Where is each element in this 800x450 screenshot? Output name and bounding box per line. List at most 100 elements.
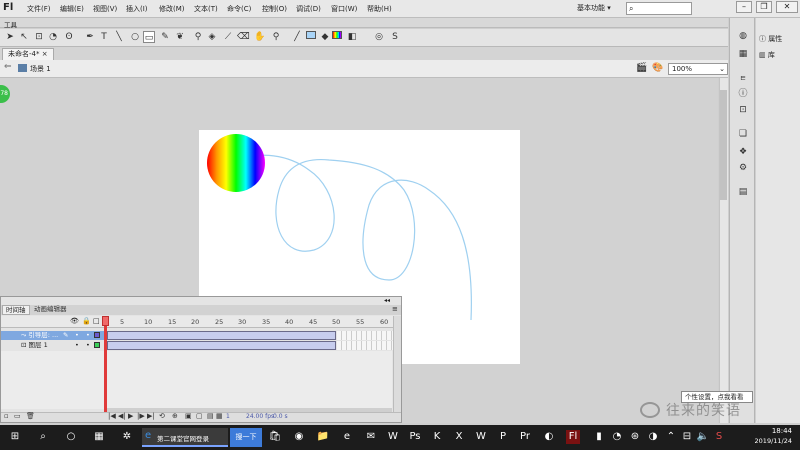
fill-color-icon[interactable]: ◆ [319,31,331,43]
empty-frames[interactable] [337,341,393,350]
color-panel-icon[interactable]: ◍ [737,30,749,42]
menu-insert[interactable]: 插入(I) [126,4,148,14]
zoom-select[interactable]: 100% ⌄ [668,63,728,75]
edit-scene-icon[interactable]: 🎬 [636,63,647,73]
layer-frames[interactable] [107,331,336,340]
menu-view[interactable]: 视图(V) [93,4,117,14]
antivirus-icon[interactable]: S [712,430,726,444]
onion-markers-icon[interactable]: ▦ [216,412,223,420]
close-tab-icon[interactable]: × [42,50,48,58]
rectangle-tool-icon[interactable]: ▭ [143,31,155,43]
edit-symbol-icon[interactable]: 🎨 [652,63,663,73]
properties-tab[interactable]: ⓘ 属性 [759,34,782,44]
document-tab[interactable]: 未命名-4* × [2,48,54,60]
stroke-color-icon[interactable]: ╱ [291,31,303,43]
menu-debug[interactable]: 调试(D) [296,4,321,14]
menu-help[interactable]: 帮助(H) [367,4,392,14]
premiere-icon[interactable]: Pr [518,430,532,444]
panel-menu-icon[interactable]: ≡ [392,305,398,313]
pinwheel-icon[interactable]: ✲ [120,430,134,444]
eyedropper-icon[interactable]: ⟋ [222,31,234,43]
layer-name[interactable]: ⤳ 引导层: ... ✎ • • [1,331,104,340]
eraser-tool-icon[interactable]: ⌫ [237,31,250,43]
playhead-handle[interactable] [102,316,109,326]
motion-presets-icon[interactable]: ⚙ [737,162,749,174]
layer-outline-swatch[interactable] [94,332,100,338]
smooth-icon[interactable]: S [389,31,401,43]
windows-start-icon[interactable]: ⊞ [8,430,22,444]
timeline-tab[interactable]: 时间轴 [2,305,30,315]
empty-frames[interactable] [337,331,393,340]
tray-icon[interactable]: ◑ [646,430,660,444]
network-icon[interactable]: ⊟ [680,430,694,444]
3d-rotation-tool-icon[interactable]: ◔ [47,31,59,43]
onion-outline-icon[interactable]: ▢ [196,412,203,420]
clock-time[interactable]: 18:44 [752,427,792,435]
tray-icon[interactable]: ◔ [610,430,624,444]
back-arrow-icon[interactable]: ⇐ [4,62,12,72]
line-tool-icon[interactable]: ╲ [113,31,125,43]
new-folder-icon[interactable]: ▭ [14,412,21,420]
store-icon[interactable]: 🛍 [268,430,282,444]
library-tab[interactable]: ▥ 库 [759,50,775,60]
playhead[interactable] [104,316,107,412]
menu-control[interactable]: 控制(O) [262,4,287,14]
timeline-vscroll[interactable] [393,316,401,412]
show-hide-icon[interactable]: 👁 [70,317,79,325]
layer-name[interactable]: ⊡ 图层 1 • • [1,341,104,350]
powerpoint-icon[interactable]: P [496,430,510,444]
swatches-panel-icon[interactable]: ▦ [737,48,749,60]
clock-date[interactable]: 2019/11/24 [735,437,792,445]
subselection-tool-icon[interactable]: ↖ [18,31,30,43]
lock-dot[interactable]: • [86,341,90,350]
workspace-scroll-thumb[interactable] [720,90,727,200]
flash-icon[interactable]: Fl [566,430,580,444]
search-input[interactable]: ⌕ [626,2,692,15]
text-tool-icon[interactable]: T [98,31,110,43]
close-button[interactable]: ✕ [776,1,798,13]
first-frame-icon[interactable]: |◀ [108,412,116,420]
layer-frames[interactable] [107,341,336,350]
oval-tool-icon[interactable]: ○ [129,31,141,43]
file-explorer-icon[interactable]: 📁 [316,430,330,444]
paint-bucket-icon[interactable]: ◈ [206,31,218,43]
loop-icon[interactable]: ⟲ [159,412,165,420]
taskbar-search-button[interactable]: 搜一下 [230,428,262,447]
layer-row[interactable]: ⊡ 图层 1 • • [1,341,401,350]
onion-skin-icon[interactable]: ▣ [185,412,192,420]
scene-label[interactable]: 场景 1 [30,64,51,74]
prev-frame-icon[interactable]: ◀| [118,412,126,420]
pencil-tool-icon[interactable]: ✎ [159,31,171,43]
delete-layer-icon[interactable]: 🗑 [26,412,35,420]
menu-commands[interactable]: 命令(C) [227,4,251,14]
selection-tool-icon[interactable]: ➤ [4,31,16,43]
tray-icon[interactable]: ▮ [592,430,606,444]
menu-window[interactable]: 窗口(W) [331,4,357,14]
collapse-panel-icon[interactable]: ◂◂ [384,297,390,304]
menu-modify[interactable]: 修改(M) [159,4,185,14]
zoom-tool-icon[interactable]: ⚲ [270,31,282,43]
hand-tool-icon[interactable]: ✋ [254,31,266,43]
next-frame-icon[interactable]: |▶ [137,412,145,420]
bone-tool-icon[interactable]: ⚲ [192,31,204,43]
fill-swatch-icon[interactable] [331,31,343,43]
wps-icon[interactable]: W [474,430,488,444]
word-icon[interactable]: W [386,430,400,444]
excel-icon[interactable]: X [452,430,466,444]
object-drawing-icon[interactable]: ◎ [373,31,385,43]
photoshop-icon[interactable]: Ps [408,430,422,444]
menu-file[interactable]: 文件(F) [27,4,51,14]
play-icon[interactable]: ▶ [128,412,133,420]
tray-icon[interactable]: ⊛ [628,430,642,444]
menu-edit[interactable]: 编辑(E) [60,4,84,14]
free-transform-tool-icon[interactable]: ⊡ [33,31,45,43]
brush-tool-icon[interactable]: ❦ [174,31,186,43]
outline-icon[interactable]: □ [93,317,100,325]
restore-button[interactable]: ❐ [756,1,772,13]
edge-icon[interactable]: e [340,430,354,444]
align-panel-icon[interactable]: ⫢ [737,72,749,84]
layer-outline-swatch[interactable] [94,342,100,348]
lasso-tool-icon[interactable]: ʘ [63,31,75,43]
workspace-switcher[interactable]: 基本功能 ▾ [577,3,611,13]
app-icon[interactable]: ▦ [92,430,106,444]
